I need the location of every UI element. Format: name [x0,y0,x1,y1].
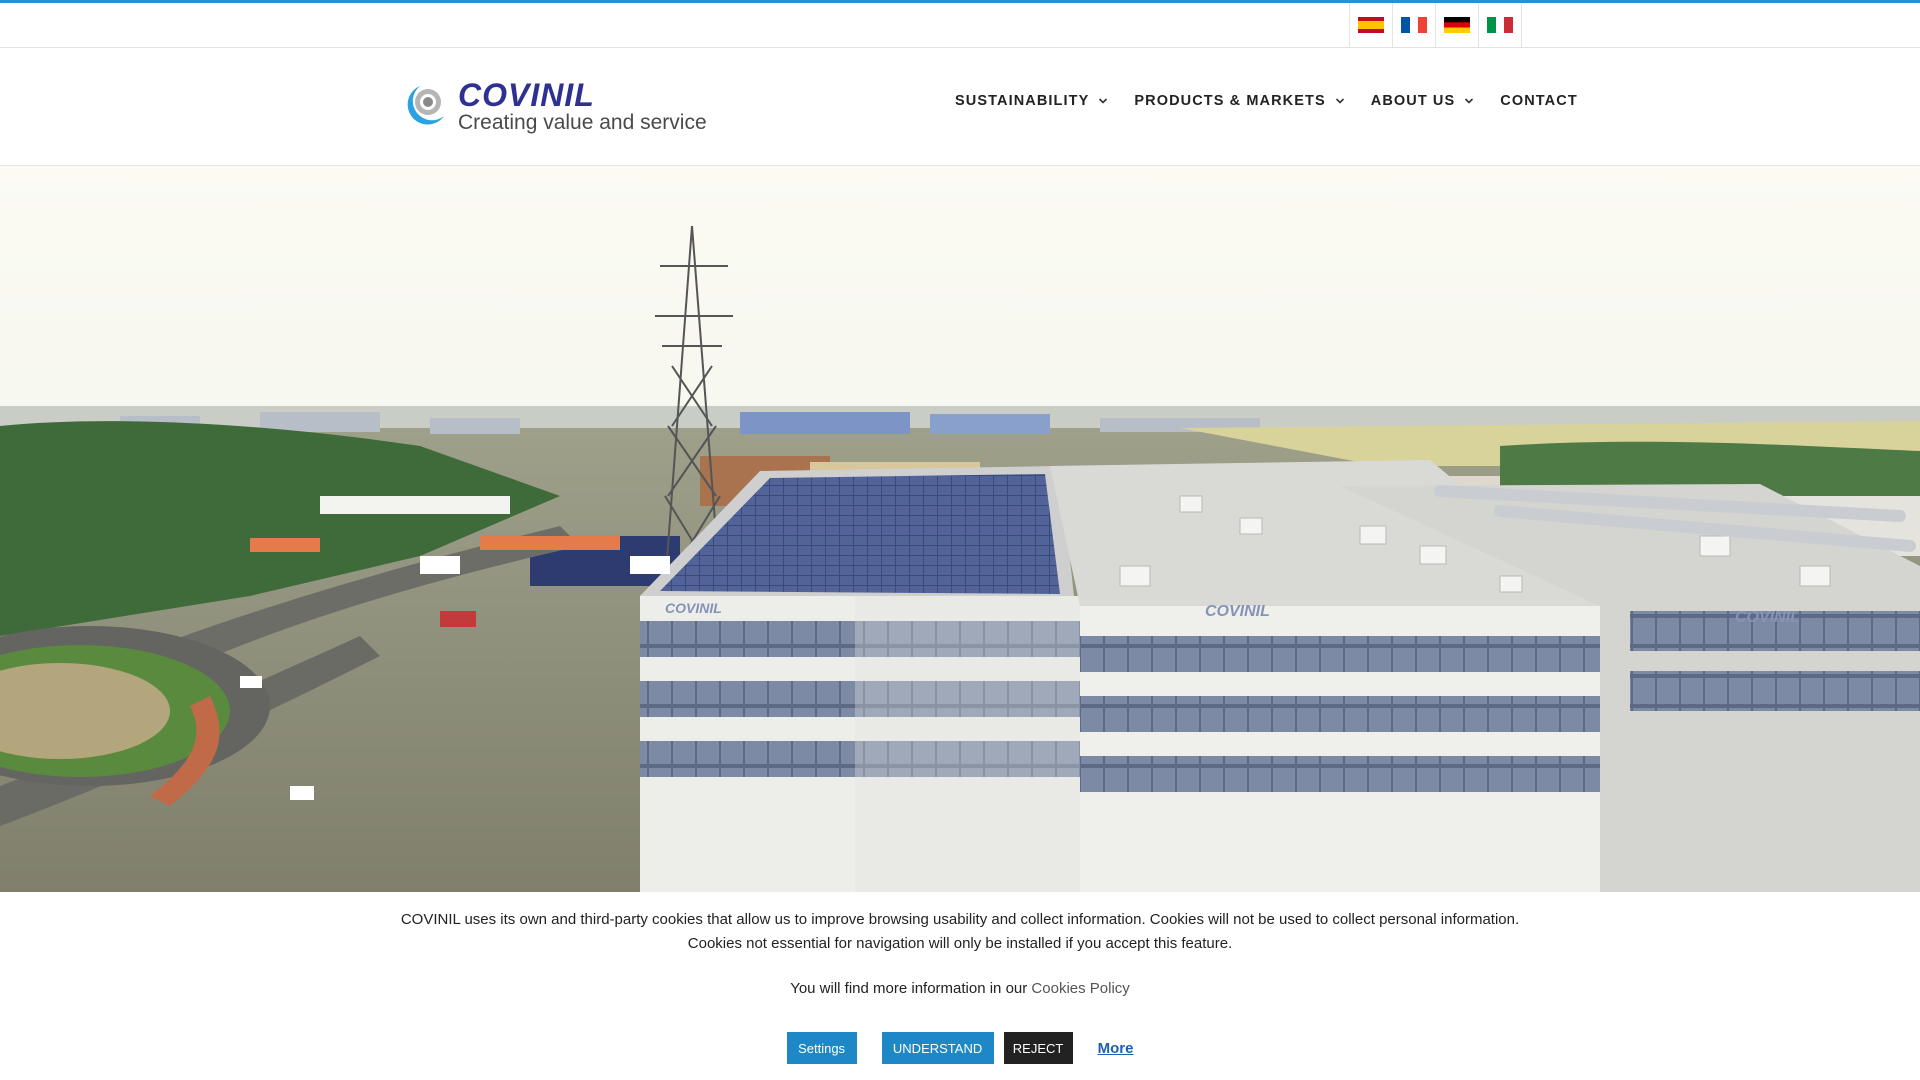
logo-tagline: Creating value and service [458,111,707,134]
building-sign-2: COVINIL [1205,603,1270,620]
main-navigation: SUSTAINABILITY PRODUCTS & MARKETS ABOUT … [955,86,1578,116]
nav-item-label: PRODUCTS & MARKETS [1134,93,1326,109]
cookie-info-prefix: You will find more information in our [790,980,1032,997]
site-logo[interactable]: COVINIL Creating value and service [402,78,712,134]
aerial-factory-photo: COVINIL COVINIL COVINIL [0,166,1920,892]
chevron-down-icon [1099,98,1108,104]
cookie-reject-button[interactable]: REJECT [1003,1032,1073,1064]
language-de[interactable] [1435,3,1478,47]
cookie-banner: COVINIL uses its own and third-party coo… [0,892,1920,1080]
spain-flag-icon [1358,17,1384,33]
hero-image: COVINIL COVINIL COVINIL [0,166,1920,892]
chevron-down-icon [1465,98,1474,104]
nav-item-sustainability[interactable]: SUSTAINABILITY [955,93,1108,109]
chevron-down-icon [1335,98,1344,104]
language-es[interactable] [1349,3,1392,47]
language-switcher [1349,3,1522,47]
language-it[interactable] [1478,3,1522,47]
nav-item-label: ABOUT US [1370,93,1456,109]
cookie-message: COVINIL uses its own and third-party coo… [0,908,1920,956]
cookie-message-line2: Cookies not essential for navigation wil… [687,935,1233,952]
france-flag-icon [1401,17,1427,33]
nav-item-products-markets[interactable]: PRODUCTS & MARKETS [1134,93,1344,109]
italy-flag-icon [1487,17,1513,33]
cookie-understand-button[interactable]: UNDERSTAND [881,1032,994,1064]
language-fr[interactable] [1392,3,1435,47]
logo-wordmark: COVINIL [458,77,595,113]
site-header: COVINIL Creating value and service SUSTA… [0,48,1920,166]
cookie-settings-button[interactable]: Settings [786,1032,857,1064]
cookie-more-link[interactable]: More [1098,1032,1134,1064]
nav-item-label: SUSTAINABILITY [955,93,1090,109]
language-bar [0,3,1920,48]
cookies-policy-link[interactable]: Cookies Policy [1031,980,1129,997]
cookie-more-info: You will find more information in our Co… [0,980,1920,997]
nav-item-contact[interactable]: CONTACT [1500,93,1578,109]
nav-item-about-us[interactable]: ABOUT US [1371,93,1475,109]
cookie-actions: Settings UNDERSTAND REJECT More [0,1032,1920,1064]
germany-flag-icon [1444,17,1470,33]
covinil-logo-mark [407,86,444,125]
building-sign-3: COVINIL [1735,609,1800,626]
nav-item-label: CONTACT [1500,93,1578,109]
cookie-message-line1: COVINIL uses its own and third-party coo… [400,911,1520,928]
building-sign-1: COVINIL [665,600,722,616]
